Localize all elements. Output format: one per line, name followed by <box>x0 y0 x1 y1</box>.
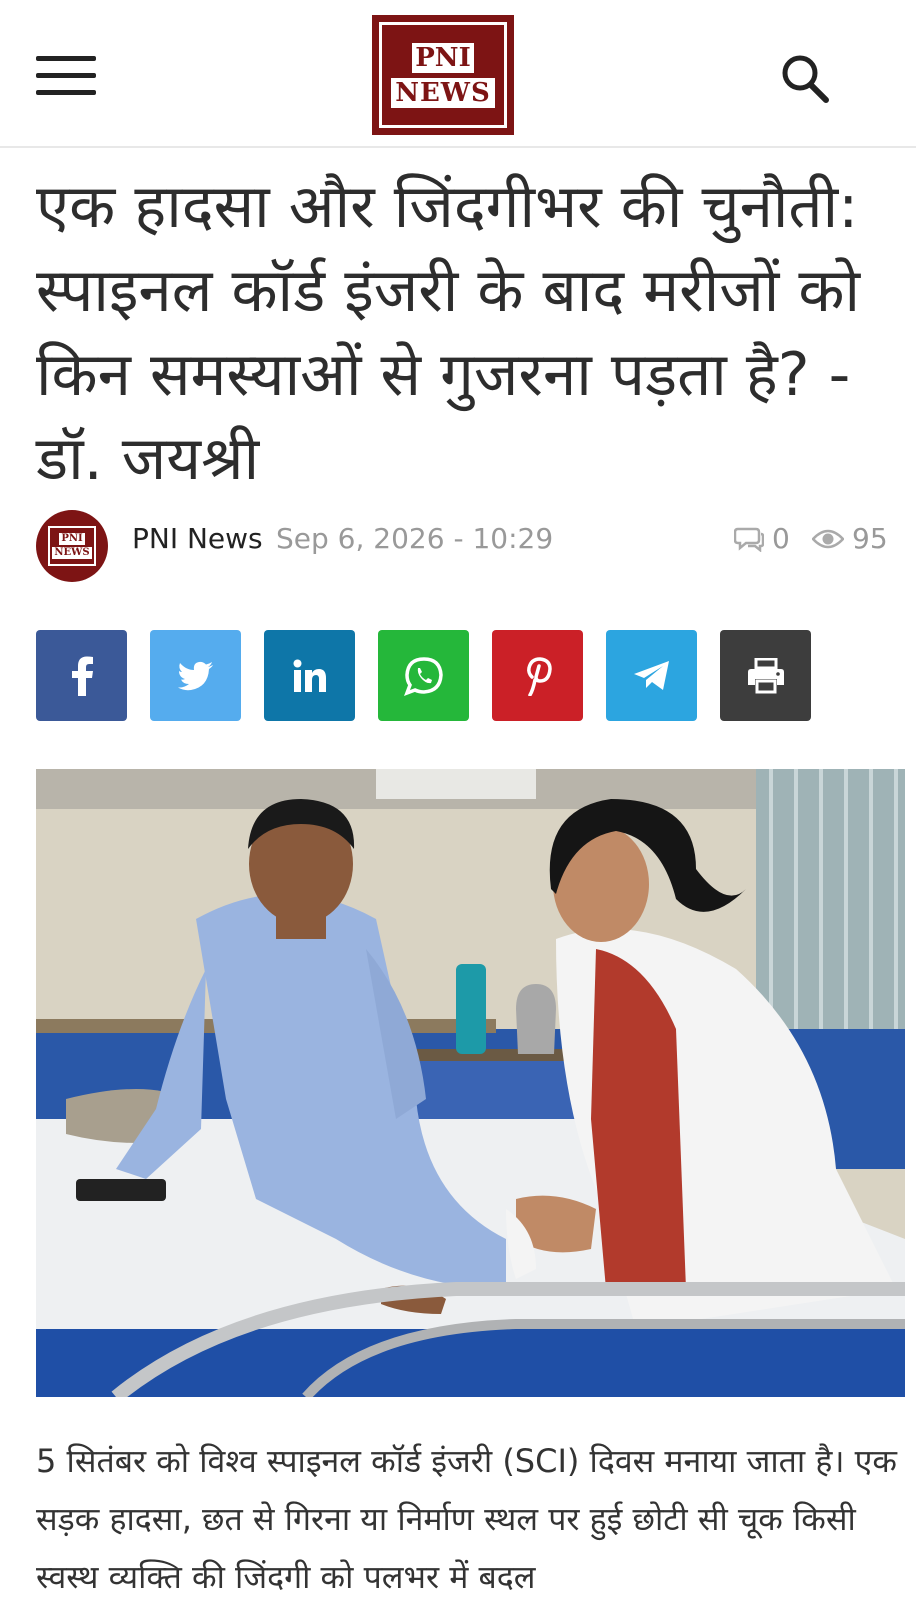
author-avatar[interactable]: PNI NEWS <box>36 510 108 582</box>
search-icon[interactable] <box>780 52 830 104</box>
article-title: एक हादसा और जिंदगीभर की चुनौती: स्पाइनल … <box>36 172 860 494</box>
logo-text-news: NEWS <box>391 77 495 108</box>
article-hero-image <box>36 769 905 1397</box>
share-telegram-button[interactable] <box>606 630 697 721</box>
site-logo[interactable]: PNI NEWS <box>372 15 514 135</box>
avatar-logo-pni: PNI <box>59 533 85 545</box>
share-whatsapp-button[interactable] <box>378 630 469 721</box>
whatsapp-icon <box>403 656 443 696</box>
post-date: Sep 6, 2026 - 10:29 <box>276 522 554 555</box>
article-meta: PNI NEWS PNI News Sep 6, 2026 - 10:29 0 … <box>36 510 888 582</box>
print-icon <box>747 657 784 693</box>
view-count-value: 95 <box>852 522 888 555</box>
avatar-logo-news: NEWS <box>52 547 92 559</box>
share-linkedin-button[interactable] <box>264 630 355 721</box>
top-bar: PNI NEWS <box>0 0 916 148</box>
comment-icon <box>734 527 764 552</box>
view-count: 95 <box>812 522 888 555</box>
author-name[interactable]: PNI News <box>132 522 263 555</box>
share-bar <box>36 630 811 722</box>
share-facebook-button[interactable] <box>36 630 127 721</box>
print-button[interactable] <box>720 630 811 721</box>
facebook-icon <box>71 656 93 696</box>
eye-icon <box>812 529 844 548</box>
share-twitter-button[interactable] <box>150 630 241 721</box>
telegram-icon <box>633 660 669 690</box>
share-pinterest-button[interactable] <box>492 630 583 721</box>
pinterest-icon <box>526 656 552 696</box>
linkedin-icon <box>293 659 326 692</box>
comment-count[interactable]: 0 <box>734 522 790 555</box>
article-body: 5 सितंबर को विश्व स्पाइनल कॉर्ड इंजरी (S… <box>36 1442 897 1596</box>
comment-count-value: 0 <box>772 522 790 555</box>
menu-icon[interactable] <box>36 54 96 98</box>
twitter-icon <box>177 661 213 690</box>
logo-text-pni: PNI <box>412 42 474 73</box>
